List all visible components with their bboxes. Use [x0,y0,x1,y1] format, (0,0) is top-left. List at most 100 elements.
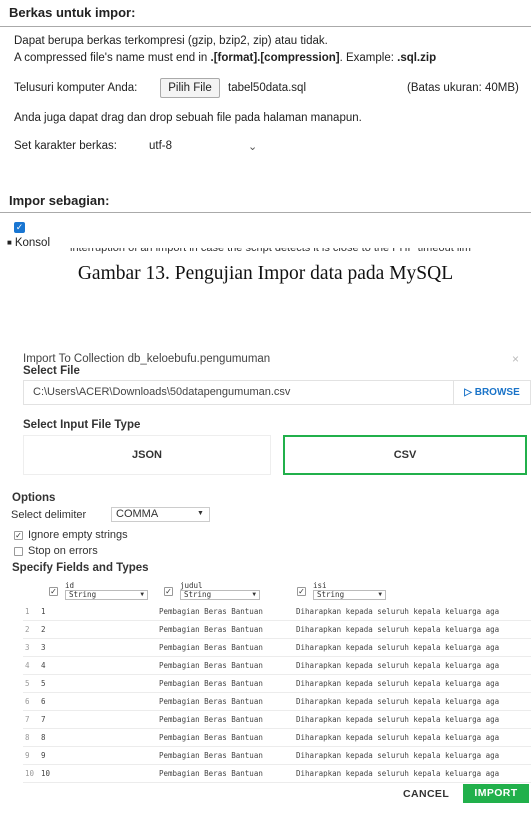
cell-isi: Diharapkan kepada seluruh kepala keluarg… [296,697,500,706]
column-type: String [317,590,345,599]
column-checkbox-isi[interactable]: ✓ [297,587,306,596]
cell-isi: Diharapkan kepada seluruh kepala keluarg… [296,715,500,724]
stop-on-errors-checkbox[interactable] [14,547,23,556]
table-row: 8 8 Pembagian Beras Bantuan Diharapkan kepa… [23,729,531,747]
figure-caption: Gambar 13. Pengujian Impor data pada MyS… [77,263,454,284]
row-number: 4 [25,661,30,670]
cell-id: 2 [41,625,46,634]
size-limit: (Batas ukuran: 40MB) [407,82,519,94]
browse-button[interactable]: ▷ BROWSE [453,380,531,405]
column-type-select-isi[interactable]: String ▼ [313,590,386,600]
drag-drop-hint: Anda juga dapat drag dan drop sebuah fil… [14,112,362,124]
cell-judul: Pembagian Beras Bantuan [159,607,263,616]
column-checkbox-id[interactable]: ✓ [49,587,58,596]
cell-id: 4 [41,661,46,670]
csv-type-button[interactable]: CSV [283,435,527,475]
choose-file-button[interactable]: Pilih File [160,78,220,98]
cell-isi: Diharapkan kepada seluruh kepala keluarg… [296,733,500,742]
column-checkbox-judul[interactable]: ✓ [164,587,173,596]
row-number: 9 [25,751,30,760]
dialog-title: Import To Collection db_keloebufu.pengum… [23,353,271,365]
section-header-partial-import: Impor sebagian: [0,188,531,213]
compressed-name-hint: A compressed file's name must end in .[f… [14,52,436,64]
ignore-empty-label: Ignore empty strings [28,529,128,541]
row-number: 8 [25,733,30,742]
table-row: 3 3 Pembagian Beras Bantuan Diharapkan kepa… [23,639,531,657]
charset-select[interactable]: utf-8 [149,140,172,152]
hint-text-mid: . Example: [339,52,398,64]
cell-judul: Pembagian Beras Bantuan [159,751,263,760]
chosen-file-name: tabel50data.sql [228,82,307,94]
cell-id: 1 [41,607,46,616]
cell-judul: Pembagian Beras Bantuan [159,643,263,652]
table-row: 6 6 Pembagian Beras Bantuan Diharapkan kepa… [23,693,531,711]
hint-example: .sql.zip [397,52,437,64]
stop-on-errors-label: Stop on errors [28,545,98,557]
cell-id: 10 [41,769,51,778]
hint-text: A compressed file's name must end in [14,52,211,64]
browse-label: BROWSE [474,387,520,398]
table-row: 9 9 Pembagian Beras Bantuan Diharapkan kepa… [23,747,531,765]
column-type-select-judul[interactable]: String ▼ [180,590,260,600]
delimiter-label: Select delimiter [11,509,87,521]
cell-isi: Diharapkan kepada seluruh kepala keluarg… [296,679,500,688]
phpmyadmin-import-screenshot: Berkas untuk impor: Dapat berupa berkas … [0,0,531,258]
column-name-isi: isi [313,581,327,590]
cell-judul: Pembagian Beras Bantuan [159,679,263,688]
import-dialog: Import To Collection db_keloebufu.pengum… [11,340,531,810]
table-row: 2 2 Pembagian Beras Bantuan Diharapkan kepa… [23,621,531,639]
cell-isi: Diharapkan kepada seluruh kepala keluarg… [296,607,500,616]
cell-judul: Pembagian Beras Bantuan [159,769,263,778]
cell-id: 5 [41,679,46,688]
cell-isi: Diharapkan kepada seluruh kepala keluarg… [296,661,500,670]
fields-types-label: Specify Fields and Types [12,562,149,574]
row-number: 1 [25,607,30,616]
cell-judul: Pembagian Beras Bantuan [159,661,263,670]
ignore-empty-checkbox[interactable]: ✓ [14,531,23,540]
section-title: Impor sebagian: [9,193,110,208]
caret-down-icon: ▼ [140,591,144,598]
partial-import-checkbox[interactable]: ✓ [14,222,25,233]
column-name-judul: judul [180,581,203,590]
row-number: 10 [25,769,35,778]
cell-isi: Diharapkan kepada seluruh kepala keluarg… [296,643,500,652]
partial-import-description: interruption of an import in case the sc… [70,242,471,254]
cell-id: 9 [41,751,46,760]
table-row: 10 10 Pembagian Beras Bantuan Diharapkan ke… [23,765,531,783]
cell-id: 7 [41,715,46,724]
row-number: 3 [25,643,30,652]
cell-judul: Pembagian Beras Bantuan [159,715,263,724]
row-number: 2 [25,625,30,634]
input-type-label: Select Input File Type [23,419,141,431]
cell-judul: Pembagian Beras Bantuan [159,697,263,706]
charset-label: Set karakter berkas: [14,140,117,152]
section-header-file-import: Berkas untuk impor: [0,0,531,27]
file-path-input[interactable]: C:\Users\ACER\Downloads\50datapengumuman… [23,380,453,405]
delimiter-select[interactable]: COMMA [111,507,210,522]
cancel-button[interactable]: CANCEL [403,788,449,800]
cell-judul: Pembagian Beras Bantuan [159,733,263,742]
column-name-id: id [65,581,75,590]
hint-format: .[format].[compression] [210,52,340,64]
table-row: 5 5 Pembagian Beras Bantuan Diharapkan kepa… [23,675,531,693]
table-row: 4 4 Pembagian Beras Bantuan Diharapkan kepa… [23,657,531,675]
console-tab[interactable]: Konsol [7,236,55,250]
chevron-down-icon[interactable]: ⌄ [248,140,257,153]
row-number: 5 [25,679,30,688]
table-row: 7 7 Pembagian Beras Bantuan Diharapkan kepa… [23,711,531,729]
column-type-select-id[interactable]: String ▼ [65,590,148,600]
compression-hint: Dapat berupa berkas terkompresi (gzip, b… [14,35,328,47]
close-icon[interactable]: × [512,352,519,366]
cell-judul: Pembagian Beras Bantuan [159,625,263,634]
caret-down-icon: ▼ [252,591,256,598]
cell-isi: Diharapkan kepada seluruh kepala keluarg… [296,769,500,778]
folder-icon: ▷ [464,387,472,398]
cell-isi: Diharapkan kepada seluruh kepala keluarg… [296,625,500,634]
cell-id: 3 [41,643,46,652]
cell-id: 8 [41,733,46,742]
caret-down-icon: ▼ [378,591,382,598]
browse-label: Telusuri komputer Anda: [14,82,138,94]
json-type-button[interactable]: JSON [23,435,271,475]
import-button[interactable]: IMPORT [463,784,529,803]
section-title: Berkas untuk impor: [9,5,136,20]
